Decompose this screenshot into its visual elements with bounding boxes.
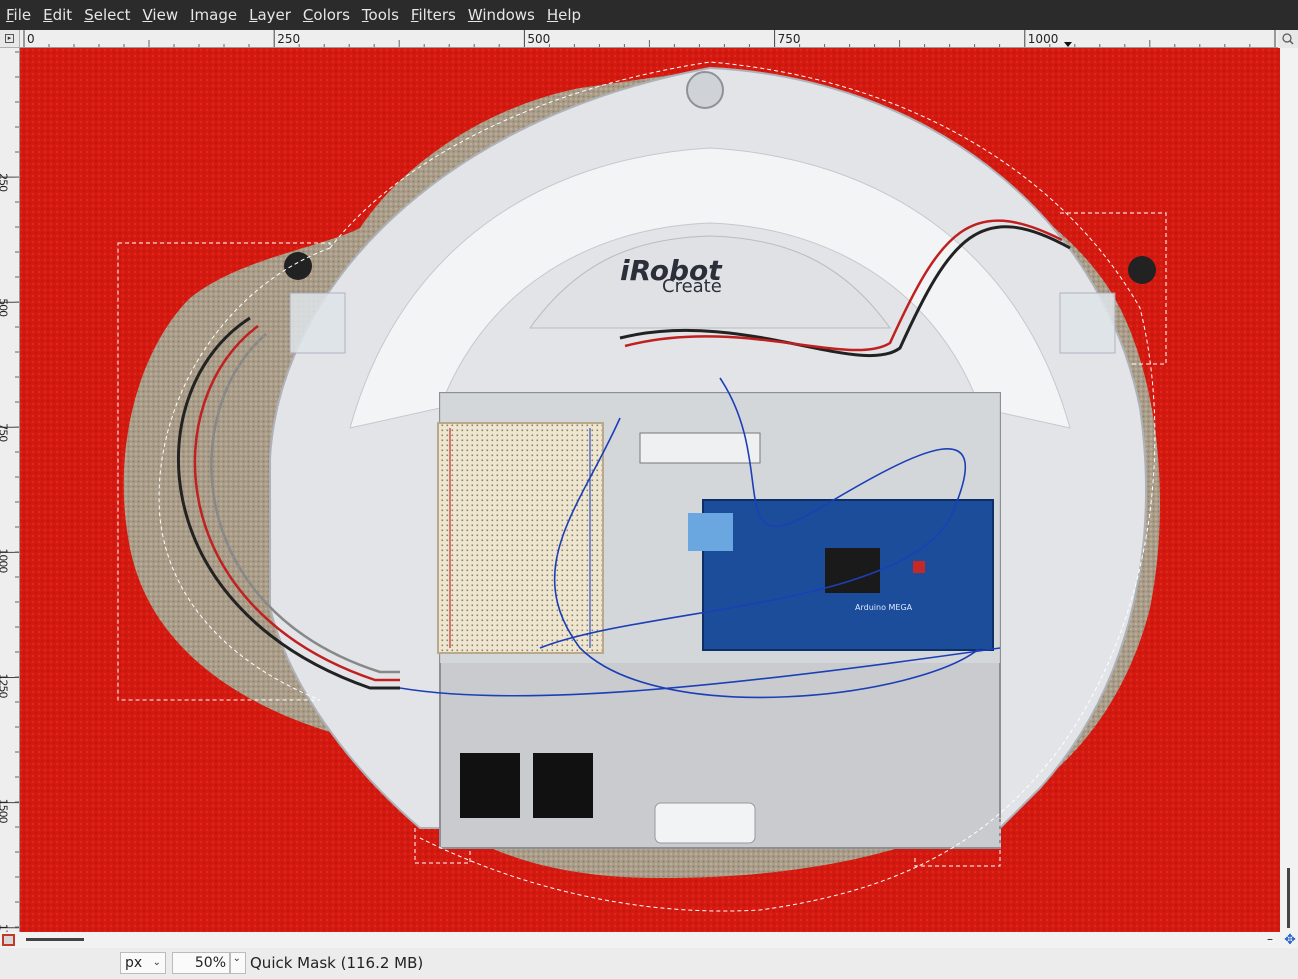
statusbar: px ⌄ 50% ⌄ Quick Mask (116.2 MB)	[0, 948, 1298, 979]
ruler-label: 500	[527, 32, 550, 46]
menu-label-rest: elp	[558, 6, 582, 24]
ruler-label: 1000	[1028, 32, 1059, 46]
zoom-fit-icon	[1282, 33, 1294, 45]
unit-value: px	[125, 955, 143, 971]
menu-mnemonic: T	[361, 6, 369, 24]
menu-label-rest: elect	[93, 6, 131, 24]
vertical-scrollbar[interactable]	[1280, 48, 1298, 932]
menu-tools[interactable]: Tools	[356, 0, 405, 30]
menu-label-rest: ayer	[257, 6, 291, 24]
canvas-image: iRobot Create Arduino MEGA	[20, 48, 1280, 932]
chevron-down-icon: ⌄	[232, 953, 241, 964]
pointer-marker	[1064, 42, 1072, 47]
menu-arrow-icon: ▸	[5, 34, 14, 43]
zoom-fit-button[interactable]	[1278, 30, 1298, 48]
right-ultrasonic-sensor	[1128, 256, 1156, 284]
ruler-corner-menu-button[interactable]: ▸	[0, 30, 20, 48]
menu-file[interactable]: File	[0, 0, 37, 30]
robot-top-button	[686, 71, 724, 109]
menu-label-rest: indows	[482, 6, 535, 24]
ruler-label: 1250	[0, 674, 10, 699]
image-canvas[interactable]: iRobot Create Arduino MEGA	[20, 48, 1280, 932]
menu-label-rest: ilters	[418, 6, 456, 24]
menu-mnemonic: F	[6, 6, 14, 24]
zoom-dropdown-button[interactable]: ⌄	[230, 952, 246, 974]
ruler-label: 750	[778, 32, 801, 46]
breadboard	[437, 422, 604, 654]
vertical-ruler-ticks: 250 500 750 1000 1250 1500 1750	[0, 51, 19, 932]
menu-mnemonic: W	[467, 6, 483, 24]
zoom-input[interactable]: 50%	[172, 952, 230, 974]
menu-select[interactable]: Select	[78, 0, 136, 30]
menubar: File Edit Select View Image Layer Colors Tools F…	[0, 0, 1298, 30]
menu-edit[interactable]: Edit	[37, 0, 78, 30]
blue-tape	[688, 513, 733, 551]
menu-label-rest: olors	[313, 6, 350, 24]
left-ultrasonic-sensor	[284, 252, 312, 280]
scroll-right-dash-icon[interactable]: –	[1264, 932, 1276, 948]
ruler-label: 500	[0, 298, 10, 317]
menu-label-rest: iew	[152, 6, 179, 24]
horizontal-scrollbar-row: – ✥	[0, 932, 1298, 948]
quick-mask-toggle-icon[interactable]	[2, 934, 15, 946]
menu-filters[interactable]: Filters	[405, 0, 462, 30]
cargo-handle	[654, 802, 756, 844]
menu-label-rest: ile	[13, 6, 32, 24]
menu-windows[interactable]: Windows	[462, 0, 541, 30]
menu-mnemonic: S	[84, 6, 94, 24]
vertical-scroll-thumb[interactable]	[1287, 868, 1290, 928]
menu-help[interactable]: Help	[541, 0, 587, 30]
ruler-label: 1750	[0, 924, 10, 932]
ruler-label: 250	[277, 32, 300, 46]
menu-view[interactable]: View	[136, 0, 184, 30]
ruler-label: 0	[27, 32, 35, 46]
serial-connector	[639, 432, 761, 464]
velcro-pad-right	[533, 753, 593, 818]
horizontal-scroll-thumb[interactable]	[26, 938, 84, 941]
ruler-label: 250	[0, 173, 10, 192]
menu-label-rest: ools	[368, 6, 399, 24]
arduino-board-label: Arduino MEGA	[855, 603, 913, 612]
ruler-label: 750	[0, 423, 10, 442]
chevron-down-icon: ⌄	[152, 957, 161, 968]
unit-dropdown[interactable]: px ⌄	[120, 952, 166, 974]
menu-mnemonic: C	[302, 6, 314, 24]
right-sensor-bracket	[1059, 292, 1116, 354]
left-sensor-bracket	[289, 292, 346, 354]
ruler-label: 1000	[0, 548, 10, 573]
reset-button	[913, 561, 925, 573]
velcro-pad-left	[460, 753, 520, 818]
horizontal-ruler[interactable]: 02505007501000125015001750200022502	[20, 30, 1278, 48]
menu-mnemonic: E	[43, 6, 53, 24]
menu-label-rest: dit	[52, 6, 73, 24]
vertical-ruler[interactable]: 250 500 750 1000 1250 1500 1750	[0, 48, 20, 932]
menu-colors[interactable]: Colors	[297, 0, 356, 30]
menu-image[interactable]: Image	[184, 0, 243, 30]
create-model-text: Create	[662, 276, 722, 297]
menu-layer[interactable]: Layer	[243, 0, 297, 30]
navigate-icon[interactable]: ✥	[1282, 932, 1298, 948]
menu-mnemonic: H	[546, 6, 559, 24]
status-message: Quick Mask (116.2 MB)	[250, 954, 424, 972]
horizontal-ruler-ticks: 02505007501000125015001750200022502	[23, 30, 1276, 47]
menu-mnemonic: V	[142, 6, 153, 24]
menu-label-rest: mage	[194, 6, 238, 24]
ruler-label: 1500	[0, 799, 10, 824]
